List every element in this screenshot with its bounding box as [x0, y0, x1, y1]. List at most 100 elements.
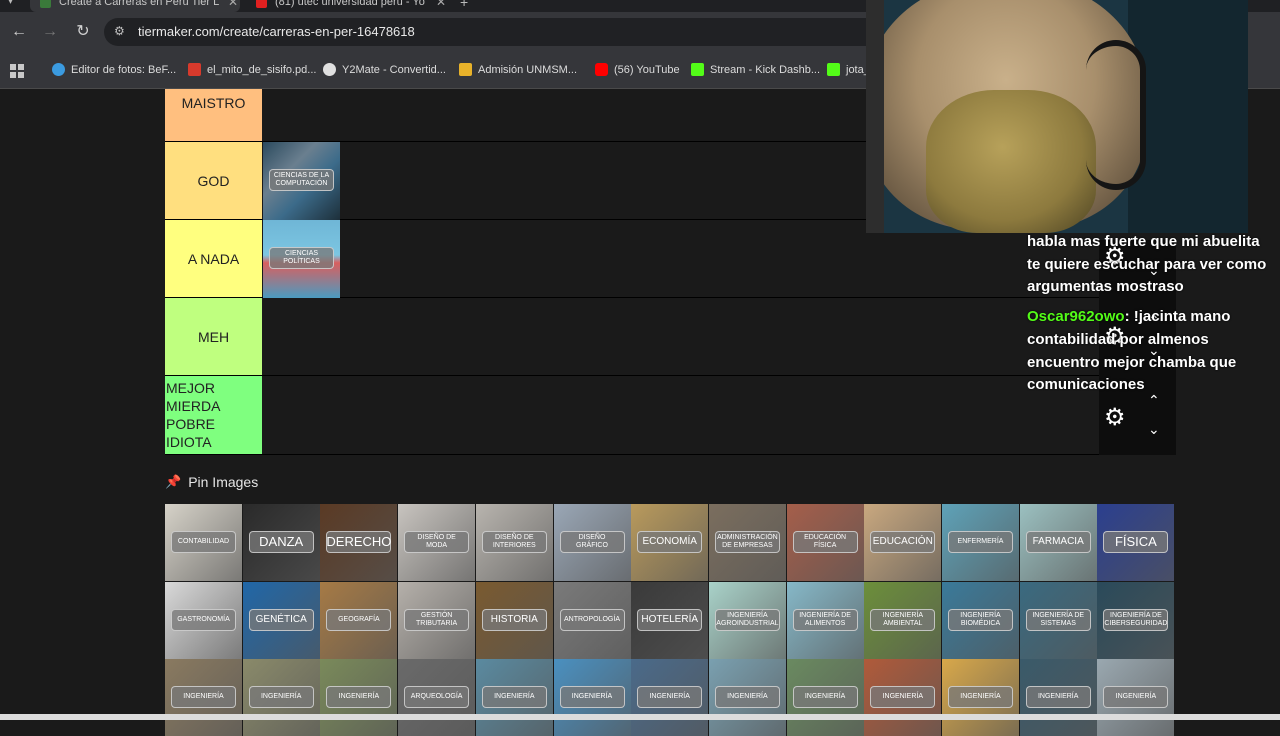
pin-image-label: INGENIERÍA: [326, 686, 392, 709]
pin-image-tile[interactable]: INGENIERÍA AGROINDUSTRIAL: [708, 581, 786, 659]
pin-image-tile[interactable]: FÍSICA: [1097, 504, 1175, 581]
apps-grid-icon[interactable]: [10, 64, 24, 78]
url-text[interactable]: tiermaker.com/create/carreras-en-per-164…: [138, 24, 415, 39]
tier-item-label: CIENCIAS POLÍTICAS: [269, 247, 334, 269]
pin-image-tile[interactable]: FARMACIA: [1019, 504, 1097, 581]
pin-image-tile[interactable]: INGENIERÍA: [942, 659, 1019, 736]
pin-image-label: INGENIERÍA: [559, 686, 625, 709]
tier-item-card[interactable]: CIENCIAS DE LA COMPUTACIÓN: [263, 142, 340, 220]
pin-image-tile[interactable]: INGENIERÍA: [1019, 659, 1097, 736]
pin-image-tile[interactable]: ANTROPOLOGÍA: [553, 581, 631, 659]
horizontal-scrollbar[interactable]: [0, 714, 1280, 720]
pin-image-tile[interactable]: CONTABILIDAD: [165, 504, 242, 581]
bookmark-item[interactable]: jota_: [827, 63, 870, 76]
stream-chat-overlay: habla mas fuerte que mi abuelita te quie…: [1027, 231, 1267, 404]
pin-image-tile[interactable]: DANZA: [242, 504, 320, 581]
pin-image-label: INGENIERÍA: [1103, 686, 1169, 709]
chat-message-text: habla mas fuerte que mi abuelita te quie…: [1027, 233, 1267, 296]
tier-label[interactable]: MAISTRO: [165, 89, 262, 141]
tier-label[interactable]: MEH: [165, 298, 262, 375]
pin-images-grid: CONTABILIDAD DANZA DERECHO DISEÑO DE MODA DI…: [165, 504, 1175, 736]
pin-image-tile[interactable]: DERECHO: [320, 504, 398, 581]
pin-image-tile[interactable]: GESTIÓN TRIBUTARIA: [398, 581, 476, 659]
tab-tiermaker[interactable]: Create a Carreras en Perú Tier L ✕: [30, 0, 240, 12]
pin-image-tile[interactable]: INGENIERÍA: [553, 659, 631, 736]
bookmark-item[interactable]: Editor de fotos: BeF...: [52, 63, 176, 76]
tab-search-icon[interactable]: ▾: [8, 0, 13, 7]
bookmark-item[interactable]: el_mito_de_sisifo.pd...: [188, 63, 316, 76]
pin-image-tile[interactable]: GEOGRAFÍA: [320, 581, 398, 659]
bookmark-item[interactable]: Y2Mate - Convertid...: [323, 63, 446, 76]
pin-image-tile[interactable]: GASTRONOMÍA: [165, 581, 242, 659]
pin-image-tile[interactable]: INGENIERÍA BIOMÉDICA: [942, 581, 1019, 659]
pin-image-label: INGENIERÍA AGROINDUSTRIAL: [714, 608, 780, 631]
pin-image-tile[interactable]: INGENIERÍA: [165, 659, 242, 736]
pin-image-tile[interactable]: DISEÑO DE INTERIORES: [475, 504, 553, 581]
bookmark-label: (56) YouTube: [614, 63, 680, 76]
address-bar[interactable]: ⚙ tiermaker.com/create/carreras-en-per-1…: [104, 18, 884, 46]
pin-image-label: GASTRONOMÍA: [171, 608, 236, 631]
youtube-favicon-icon: [256, 0, 267, 8]
forward-arrow-icon[interactable]: →: [38, 20, 62, 44]
pin-image-tile[interactable]: ADMINISTRACIÓN DE EMPRESAS: [708, 504, 786, 581]
pin-image-label: DISEÑO GRÁFICO: [559, 531, 625, 553]
close-tab-icon[interactable]: ✕: [434, 0, 448, 9]
tier-row-meh[interactable]: MEH: [165, 298, 1176, 376]
pin-image-label: INGENIERÍA DE ALIMENTOS: [792, 608, 858, 631]
pin-image-tile[interactable]: ECONOMÍA: [631, 504, 709, 581]
pin-image-tile[interactable]: INGENIERÍA: [631, 659, 709, 736]
pin-image-label: EDUCACIÓN: [870, 531, 936, 553]
pin-image-tile[interactable]: DISEÑO DE MODA: [398, 504, 476, 581]
pin-image-label: EDUCACIÓN FÍSICA: [792, 531, 858, 553]
pin-image-tile[interactable]: INGENIERÍA: [475, 659, 553, 736]
pin-image-label: INGENIERÍA: [248, 686, 314, 709]
pin-image-tile[interactable]: EDUCACIÓN FÍSICA: [786, 504, 864, 581]
new-tab-icon[interactable]: +: [460, 0, 468, 10]
tab-title: Create a Carreras en Perú Tier L: [59, 0, 220, 8]
bookmark-item[interactable]: (56) YouTube: [595, 63, 680, 76]
pin-image-tile[interactable]: DISEÑO GRÁFICO: [553, 504, 631, 581]
back-arrow-icon[interactable]: ←: [7, 20, 31, 44]
chat-message: habla mas fuerte que mi abuelita te quie…: [1027, 231, 1267, 299]
pin-image-tile[interactable]: INGENIERÍA DE SISTEMAS: [1019, 581, 1097, 659]
pin-image-tile[interactable]: INGENIERÍA: [786, 659, 864, 736]
tier-label[interactable]: MEJOR MIERDA POBRE IDIOTA: [165, 376, 262, 454]
pin-image-tile[interactable]: EDUCACIÓN: [864, 504, 942, 581]
reload-icon[interactable]: ↻: [71, 20, 95, 44]
kick-icon: [691, 63, 704, 76]
pin-image-tile[interactable]: INGENIERÍA DE CIBERSEGURIDAD: [1097, 581, 1175, 659]
pin-image-label: ENFERMERÍA: [948, 531, 1013, 553]
site-info-icon[interactable]: ⚙: [114, 24, 128, 38]
pin-image-label: CONTABILIDAD: [171, 531, 236, 553]
pin-image-label: INGENIERÍA: [792, 686, 858, 709]
pin-image-tile[interactable]: INGENIERÍA: [708, 659, 786, 736]
bookmark-item[interactable]: Stream - Kick Dashb...: [691, 63, 820, 76]
pin-image-tile[interactable]: HOTELERÍA: [631, 581, 709, 659]
pin-image-tile[interactable]: ENFERMERÍA: [942, 504, 1019, 581]
pin-image-tile[interactable]: INGENIERÍA: [320, 659, 398, 736]
pin-image-tile[interactable]: INGENIERÍA DE ALIMENTOS: [786, 581, 864, 659]
tier-label[interactable]: A NADA: [165, 220, 262, 297]
pin-image-tile[interactable]: ARQUEOLOGÍA: [398, 659, 476, 736]
bookmark-item[interactable]: Admisión UNMSM...: [459, 63, 577, 76]
pin-image-label: INGENIERÍA: [637, 686, 703, 709]
gear-icon[interactable]: ⚙: [1104, 403, 1126, 432]
pin-image-label: DANZA: [248, 531, 314, 553]
pin-image-tile[interactable]: INGENIERÍA: [864, 659, 942, 736]
pin-image-tile[interactable]: INGENIERÍA AMBIENTAL: [864, 581, 942, 659]
befunky-icon: [52, 63, 65, 76]
tier-label[interactable]: GOD: [165, 142, 262, 219]
pin-image-tile[interactable]: INGENIERÍA: [242, 659, 320, 736]
close-tab-icon[interactable]: ✕: [226, 0, 240, 9]
tab-youtube[interactable]: (81) utec universidad perú - Yo ✕: [248, 0, 448, 12]
pin-images-heading: 📌 Pin Images: [165, 474, 258, 490]
pin-image-tile[interactable]: GENÉTICA: [242, 581, 320, 659]
pin-image-tile[interactable]: INGENIERÍA: [1097, 659, 1175, 736]
tier-item-card[interactable]: CIENCIAS POLÍTICAS: [263, 220, 340, 298]
chevron-down-icon[interactable]: ⌄: [1148, 421, 1160, 438]
youtube-icon: [595, 63, 608, 76]
pin-image-label: DISEÑO DE MODA: [404, 531, 470, 553]
pin-image-tile[interactable]: HISTORIA: [475, 581, 553, 659]
tier-row-mejor-mierda[interactable]: MEJOR MIERDA POBRE IDIOTA: [165, 376, 1176, 455]
pin-image-label: GENÉTICA: [248, 608, 314, 631]
